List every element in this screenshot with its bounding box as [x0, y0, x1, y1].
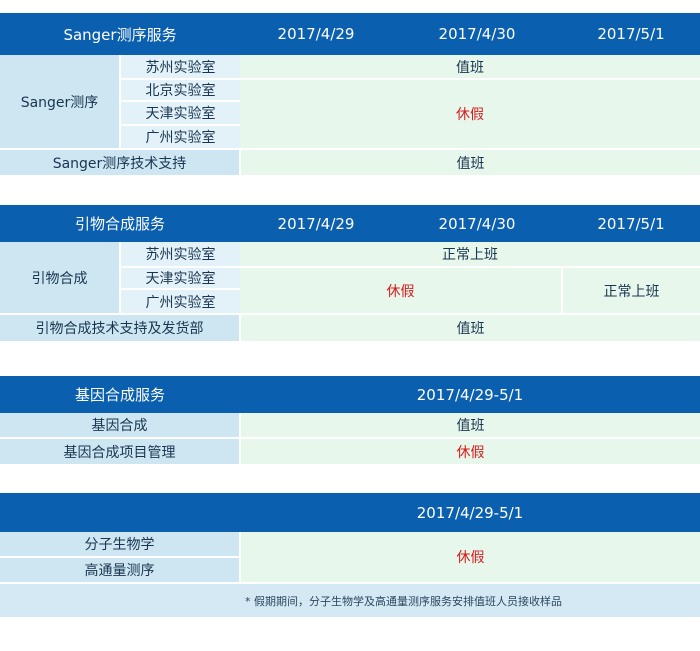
date-range-header: 2017/4/29-5/1 — [240, 376, 700, 413]
lab-label: 广州实验室 — [120, 125, 241, 149]
service-label: 基因合成 — [0, 413, 241, 439]
lab-label: 天津实验室 — [120, 267, 241, 290]
status-duty: 值班 — [240, 55, 700, 80]
date-range-header: 2017/4/29-5/1 — [240, 493, 700, 532]
sanger-support-label: Sanger测序技术支持 — [0, 148, 242, 175]
lab-label: 苏州实验室 — [120, 242, 241, 268]
date-header: 2017/4/29 — [240, 13, 393, 55]
date-header: 2017/4/30 — [392, 205, 563, 242]
sanger-section-title: Sanger测序服务 — [0, 13, 241, 55]
status-normal: 正常上班 — [240, 242, 700, 268]
status-duty: 值班 — [240, 148, 700, 175]
gene-schedule-table: 基因合成服务 2017/4/29-5/1 基因合成 值班 基因合成项目管理 休假 — [0, 376, 700, 464]
status-off: 休假 — [240, 267, 564, 315]
other-schedule-table: 2017/4/29-5/1 分子生物学 休假 高通量测序 * 假期期间，分子生物… — [0, 493, 700, 617]
lab-label: 天津实验室 — [120, 101, 241, 126]
sanger-schedule-table: Sanger测序服务 2017/4/29 2017/4/30 2017/5/1 … — [0, 13, 700, 175]
primer-schedule-table: 引物合成服务 2017/4/29 2017/4/30 2017/5/1 引物合成… — [0, 205, 700, 341]
lab-label: 北京实验室 — [120, 79, 241, 102]
lab-label: 广州实验室 — [120, 289, 241, 314]
header-blank — [0, 493, 240, 532]
service-label: 分子生物学 — [0, 532, 241, 558]
service-label: 基因合成项目管理 — [0, 438, 241, 464]
sanger-group-label: Sanger测序 — [0, 55, 121, 150]
status-duty: 值班 — [240, 413, 700, 439]
status-off: 休假 — [240, 532, 700, 584]
status-off: 休假 — [240, 438, 700, 464]
status-off: 休假 — [240, 79, 700, 150]
status-duty: 值班 — [240, 313, 700, 341]
date-header: 2017/5/1 — [562, 205, 700, 242]
primer-support-label: 引物合成技术支持及发货部 — [0, 313, 242, 341]
date-header: 2017/4/29 — [240, 205, 393, 242]
primer-section-title: 引物合成服务 — [0, 205, 241, 242]
date-header: 2017/5/1 — [562, 13, 700, 55]
date-header: 2017/4/30 — [392, 13, 563, 55]
status-normal: 正常上班 — [562, 267, 700, 315]
primer-group-label: 引物合成 — [0, 242, 121, 315]
gene-section-title: 基因合成服务 — [0, 376, 240, 413]
lab-label: 苏州实验室 — [120, 55, 241, 80]
service-label: 高通量测序 — [0, 557, 241, 583]
holiday-note: * 假期期间，分子生物学及高通量测序服务安排值班人员接收样品 — [0, 582, 700, 617]
